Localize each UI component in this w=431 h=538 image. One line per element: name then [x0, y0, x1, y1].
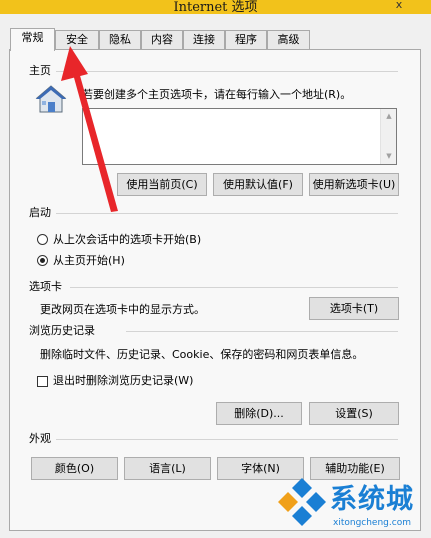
radio-last-session[interactable] [37, 234, 48, 245]
section-divider [126, 331, 398, 332]
colors-button[interactable]: 颜色(O) [31, 457, 118, 480]
address-scrollbar[interactable]: ▲ ▼ [380, 109, 396, 164]
section-header-appearance: 外观 [29, 432, 55, 446]
tabs-settings-button[interactable]: 选项卡(T) [309, 297, 399, 320]
homepage-instruction: 若要创建多个主页选项卡，请在每行输入一个地址(R)。 [82, 88, 352, 101]
tabs-description: 更改网页在选项卡中的显示方式。 [40, 303, 205, 316]
window-title: Internet 选项 [173, 0, 258, 14]
scroll-down-icon[interactable]: ▼ [381, 152, 397, 160]
section-header-startup: 启动 [29, 206, 55, 220]
languages-button[interactable]: 语言(L) [124, 457, 211, 480]
tab-content[interactable]: 内容 [141, 30, 183, 50]
delete-on-exit-checkbox[interactable] [37, 376, 48, 387]
home-icon [35, 85, 67, 113]
radio-homepage-label: 从主页开始(H) [53, 254, 125, 267]
tab-security[interactable]: 安全 [55, 30, 99, 50]
accessibility-button[interactable]: 辅助功能(E) [310, 457, 400, 480]
tab-strip: 常规 安全 隐私 内容 连接 程序 高级 [0, 28, 431, 51]
use-new-tab-button[interactable]: 使用新选项卡(U) [309, 173, 399, 196]
watermark-logo-icon [278, 478, 326, 526]
tab-connections[interactable]: 连接 [183, 30, 225, 50]
section-divider [56, 213, 398, 214]
use-default-button[interactable]: 使用默认值(F) [213, 173, 303, 196]
scroll-up-icon[interactable]: ▲ [381, 112, 397, 120]
section-header-homepage: 主页 [29, 64, 55, 78]
tab-privacy[interactable]: 隐私 [99, 30, 141, 50]
tab-advanced[interactable]: 高级 [267, 30, 310, 50]
history-description: 删除临时文件、历史记录、Cookie、保存的密码和网页表单信息。 [40, 348, 364, 361]
history-settings-button[interactable]: 设置(S) [309, 402, 399, 425]
tab-general[interactable]: 常规 [10, 28, 55, 51]
title-bar: Internet 选项 x [0, 0, 431, 14]
section-divider [56, 71, 398, 72]
section-divider [56, 439, 398, 440]
section-header-tabs: 选项卡 [29, 280, 66, 294]
tab-programs[interactable]: 程序 [225, 30, 267, 50]
watermark-url: xitongcheng.com [333, 518, 411, 528]
use-current-button[interactable]: 使用当前页(C) [117, 173, 207, 196]
delete-on-exit-label: 退出时删除浏览历史记录(W) [53, 374, 194, 387]
delete-history-button[interactable]: 删除(D)... [216, 402, 302, 425]
fonts-button[interactable]: 字体(N) [217, 457, 304, 480]
section-divider [70, 287, 398, 288]
watermark-brand: 系统城 [330, 484, 414, 515]
section-header-history: 浏览历史记录 [29, 324, 99, 338]
radio-last-session-label: 从上次会话中的选项卡开始(B) [53, 233, 202, 246]
radio-homepage[interactable] [37, 255, 48, 266]
homepage-address-input[interactable]: ▲ ▼ [82, 108, 397, 165]
close-button[interactable]: x [384, 0, 414, 12]
